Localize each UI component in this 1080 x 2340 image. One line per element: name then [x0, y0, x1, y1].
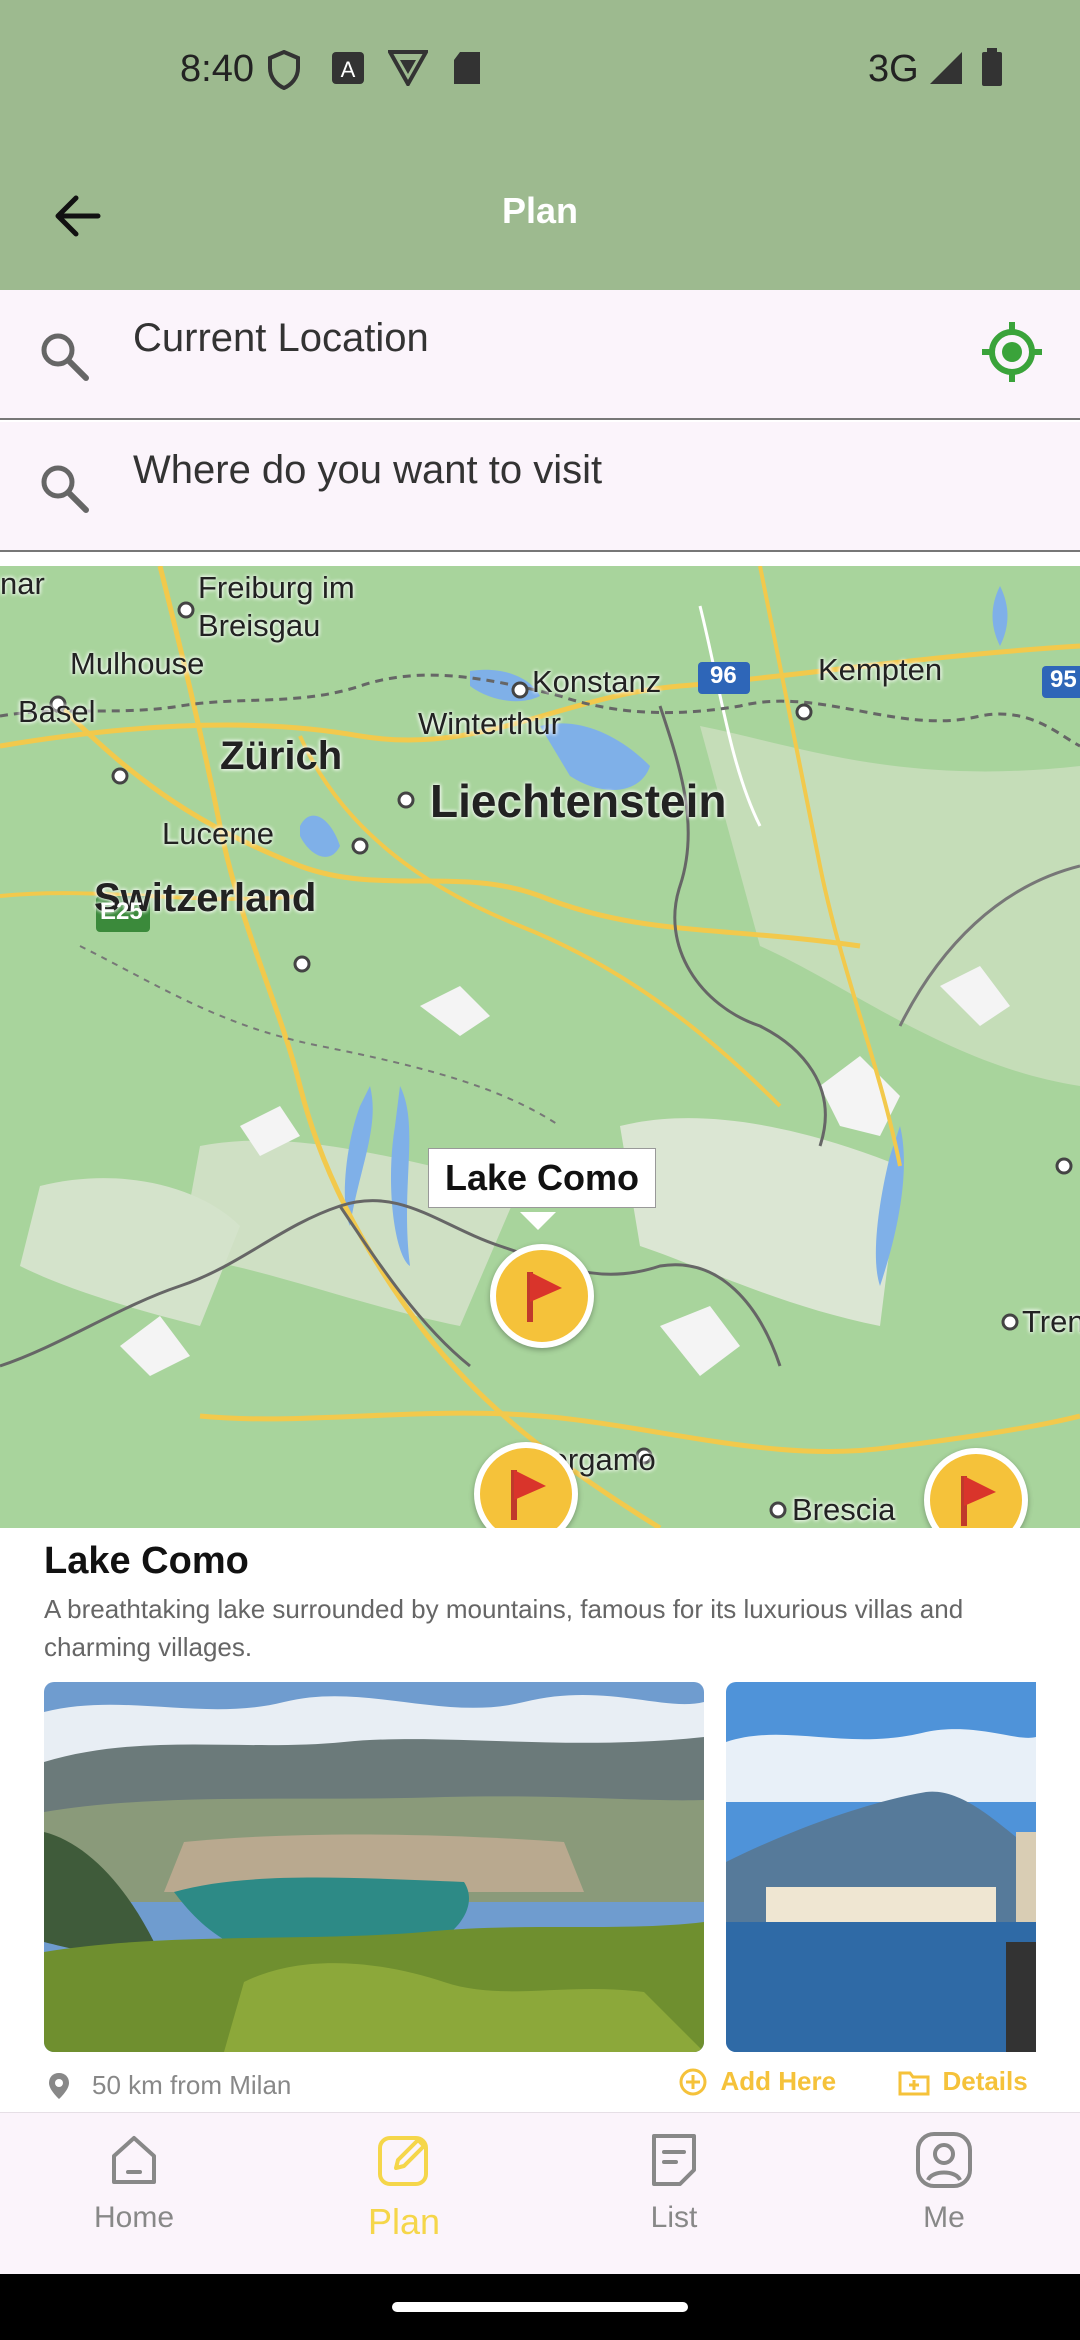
- sd-card-icon: [454, 52, 480, 84]
- marker-callout[interactable]: Lake Como: [428, 1148, 657, 1208]
- map-label-freiburg: Freiburg im: [198, 570, 355, 605]
- place-photo[interactable]: [726, 1682, 1036, 2052]
- route-shield-96: 96: [710, 662, 737, 689]
- network-type: 3G: [868, 48, 919, 90]
- nav-home[interactable]: Home: [34, 2130, 234, 2235]
- map-label-trento: Tren: [1022, 1304, 1080, 1339]
- route-shield-e25: E25: [100, 898, 143, 925]
- search-icon: [41, 465, 89, 513]
- map-label-breisgau: Breisgau: [198, 608, 321, 643]
- shield-icon: [268, 50, 300, 90]
- route-shield-95: 95: [1050, 666, 1077, 693]
- edit-icon: [378, 2136, 428, 2186]
- details-button[interactable]: Details: [898, 2066, 1028, 2097]
- map-label-zurich: Zürich: [220, 734, 343, 778]
- place-distance: 50 km from Milan: [92, 2070, 292, 2100]
- nav-me[interactable]: Me: [844, 2130, 1044, 2235]
- place-photo[interactable]: [44, 1682, 704, 2052]
- flag-icon: [511, 1470, 546, 1520]
- nav-plan[interactable]: Plan: [304, 2130, 504, 2243]
- destination-search-input[interactable]: Where do you want to visit: [133, 448, 602, 493]
- status-bar: 8:40 A 3G: [0, 0, 1080, 140]
- location-pin-icon: [49, 2073, 69, 2099]
- vpn-icon: [388, 50, 428, 86]
- details-label: Details: [942, 2066, 1028, 2096]
- home-icon: [112, 2136, 156, 2184]
- search-icon: [41, 333, 89, 381]
- map-label-nar: nar: [0, 566, 45, 601]
- place-description: A breathtaking lake surrounded by mounta…: [44, 1594, 964, 1662]
- map-label-mulhouse: Mulhouse: [70, 646, 205, 681]
- add-here-label: Add Here: [720, 2066, 837, 2096]
- a-badge-icon: A: [332, 52, 364, 84]
- add-here-button[interactable]: Add Here: [678, 2066, 836, 2097]
- home-gesture-bar[interactable]: [392, 2302, 688, 2312]
- map-label-lucerne: Lucerne: [162, 816, 275, 851]
- map-view[interactable]: nar Freiburg im Breisgau Mulhouse Basel …: [0, 566, 1080, 1528]
- destination-search-field[interactable]: Where do you want to visit: [0, 422, 1080, 552]
- map-label-brescia: Brescia: [792, 1492, 896, 1527]
- villa-photo: [726, 1682, 1036, 2052]
- gesture-area: [0, 2274, 1080, 2340]
- map-label-liechtenstein: Liechtenstein: [430, 775, 727, 827]
- lake-photo: [44, 1682, 704, 2052]
- nav-list[interactable]: List: [574, 2130, 774, 2235]
- place-title: Lake Como: [44, 1540, 249, 1582]
- battery-icon: [982, 48, 1002, 86]
- folder-plus-icon: [898, 2071, 930, 2095]
- map-label-winterthur: Winterthur: [418, 706, 561, 741]
- signal-icon: [930, 52, 962, 84]
- origin-search-input[interactable]: Current Location: [133, 316, 429, 361]
- list-icon: [652, 2134, 696, 2186]
- callout-pointer: [520, 1212, 556, 1230]
- nav-me-label: Me: [923, 2201, 965, 2234]
- svg-text:A: A: [341, 57, 356, 82]
- origin-search-field[interactable]: Current Location: [0, 290, 1080, 420]
- profile-icon: [916, 2132, 972, 2188]
- my-location-icon[interactable]: [980, 320, 1044, 384]
- flag-icon: [527, 1272, 562, 1322]
- page-title: Plan: [501, 190, 579, 231]
- add-circle-icon: [679, 2068, 707, 2095]
- nav-home-label: Home: [93, 2201, 175, 2234]
- nav-plan-label: Plan: [367, 2201, 441, 2242]
- map-pin-lake-como[interactable]: [490, 1244, 594, 1348]
- map-label-basel: Basel: [18, 694, 96, 729]
- status-time: 8:40: [180, 48, 254, 90]
- nav-list-label: List: [650, 2201, 698, 2234]
- map-label-konstanz: Konstanz: [532, 664, 662, 699]
- map-label-kempten: Kempten: [818, 652, 943, 687]
